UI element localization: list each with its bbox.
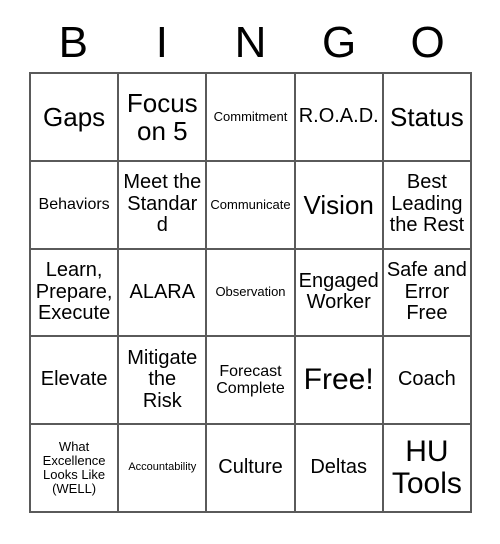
bingo-cell-label: Mitigate the Risk bbox=[127, 346, 198, 413]
bingo-cell-label: Observation bbox=[215, 284, 286, 300]
bingo-cell-r3c5[interactable]: Safe and Error Free bbox=[383, 249, 472, 338]
bingo-cell-r5c3[interactable]: Culture bbox=[207, 425, 296, 513]
bingo-cell-label: Elevate bbox=[40, 368, 108, 391]
bingo-cell-label: Accountability bbox=[128, 461, 197, 474]
bingo-header-row: BINGO bbox=[29, 14, 472, 72]
bingo-header-letter-i: I bbox=[155, 18, 168, 67]
bingo-cell-label: Commitment bbox=[213, 108, 288, 124]
bingo-cell-label: Focus on 5 bbox=[126, 87, 198, 146]
bingo-header-letter-b: B bbox=[58, 18, 88, 67]
bingo-cell-r3c3[interactable]: Observation bbox=[207, 249, 296, 338]
bingo-cell-label: What Excellence Looks Like (WELL) bbox=[42, 439, 106, 497]
bingo-cell-r1c2[interactable]: Focus on 5 bbox=[119, 74, 208, 162]
bingo-cell-r4c5[interactable]: Coach bbox=[383, 337, 472, 426]
bingo-cell-r5c2[interactable]: Accountability bbox=[119, 425, 208, 513]
bingo-header-letter-n: N bbox=[234, 18, 267, 67]
bingo-cell-r1c5[interactable]: Status bbox=[383, 74, 472, 162]
bingo-cell-r5c4[interactable]: Deltas bbox=[295, 425, 384, 513]
bingo-cell-label: Status bbox=[390, 101, 464, 132]
bingo-cell-label: Gaps bbox=[43, 101, 106, 132]
bingo-cell-r4c2[interactable]: Mitigate the Risk bbox=[119, 337, 208, 426]
bingo-cell-label: Forecast Complete bbox=[216, 363, 285, 398]
bingo-cell-label: R.O.A.D. bbox=[298, 105, 379, 128]
bingo-cell-label: Deltas bbox=[310, 456, 368, 479]
bingo-cell-r1c3[interactable]: Commitment bbox=[207, 74, 296, 162]
bingo-cell-label: Best Leading the Rest bbox=[389, 171, 465, 237]
bingo-cell-free-space[interactable]: Free! bbox=[295, 337, 384, 426]
bingo-cell-r1c1[interactable]: Gaps bbox=[31, 74, 120, 162]
bingo-cell-label: Behaviors bbox=[38, 196, 110, 214]
bingo-cell-label: Culture bbox=[218, 456, 283, 479]
bingo-cell-r2c1[interactable]: Behaviors bbox=[31, 161, 120, 250]
bingo-cell-label: Learn, Prepare, Execute bbox=[35, 259, 113, 325]
bingo-cell-label: Free! bbox=[303, 363, 374, 397]
bingo-cell-r5c5[interactable]: HU Tools bbox=[383, 425, 472, 513]
bingo-cell-label: Engaged Worker bbox=[298, 269, 379, 314]
bingo-cell-r4c3[interactable]: Forecast Complete bbox=[207, 337, 296, 426]
bingo-cell-r1c4[interactable]: R.O.A.D. bbox=[295, 74, 384, 162]
bingo-cell-r3c4[interactable]: Engaged Worker bbox=[295, 249, 384, 338]
bingo-cell-label: Communicate bbox=[210, 196, 291, 212]
bingo-cell-label: ALARA bbox=[129, 280, 196, 303]
bingo-card: B I N G O Gaps Focus on 5 Commitment R.O.A.D. St… bbox=[0, 0, 500, 544]
bingo-cell-r3c1[interactable]: Learn, Prepare, Execute bbox=[31, 249, 120, 338]
bingo-cell-label: Vision bbox=[303, 189, 374, 220]
bingo-cell-r5c1[interactable]: What Excellence Looks Like (WELL) bbox=[31, 425, 120, 513]
bingo-cell-label: Safe and Error Free bbox=[386, 259, 467, 325]
bingo-header-letter-g: G bbox=[321, 18, 357, 67]
bingo-cell-label: Meet the Standard bbox=[123, 171, 202, 237]
bingo-cell-r2c5[interactable]: Best Leading the Rest bbox=[383, 161, 472, 250]
bingo-cell-r2c2[interactable]: Meet the Standard bbox=[119, 161, 208, 250]
bingo-cell-r3c2[interactable]: ALARA bbox=[119, 249, 208, 338]
bingo-header-letter-o: O bbox=[410, 18, 445, 67]
bingo-cell-r4c1[interactable]: Elevate bbox=[31, 337, 120, 426]
bingo-cell-r2c4[interactable]: Vision bbox=[295, 161, 384, 250]
bingo-grid: Gaps Focus on 5 Commitment R.O.A.D. Status Be… bbox=[29, 72, 472, 513]
bingo-cell-label: HU Tools bbox=[391, 434, 462, 501]
bingo-cell-r2c3[interactable]: Communicate bbox=[207, 161, 296, 250]
bingo-cell-label: Coach bbox=[397, 368, 456, 391]
